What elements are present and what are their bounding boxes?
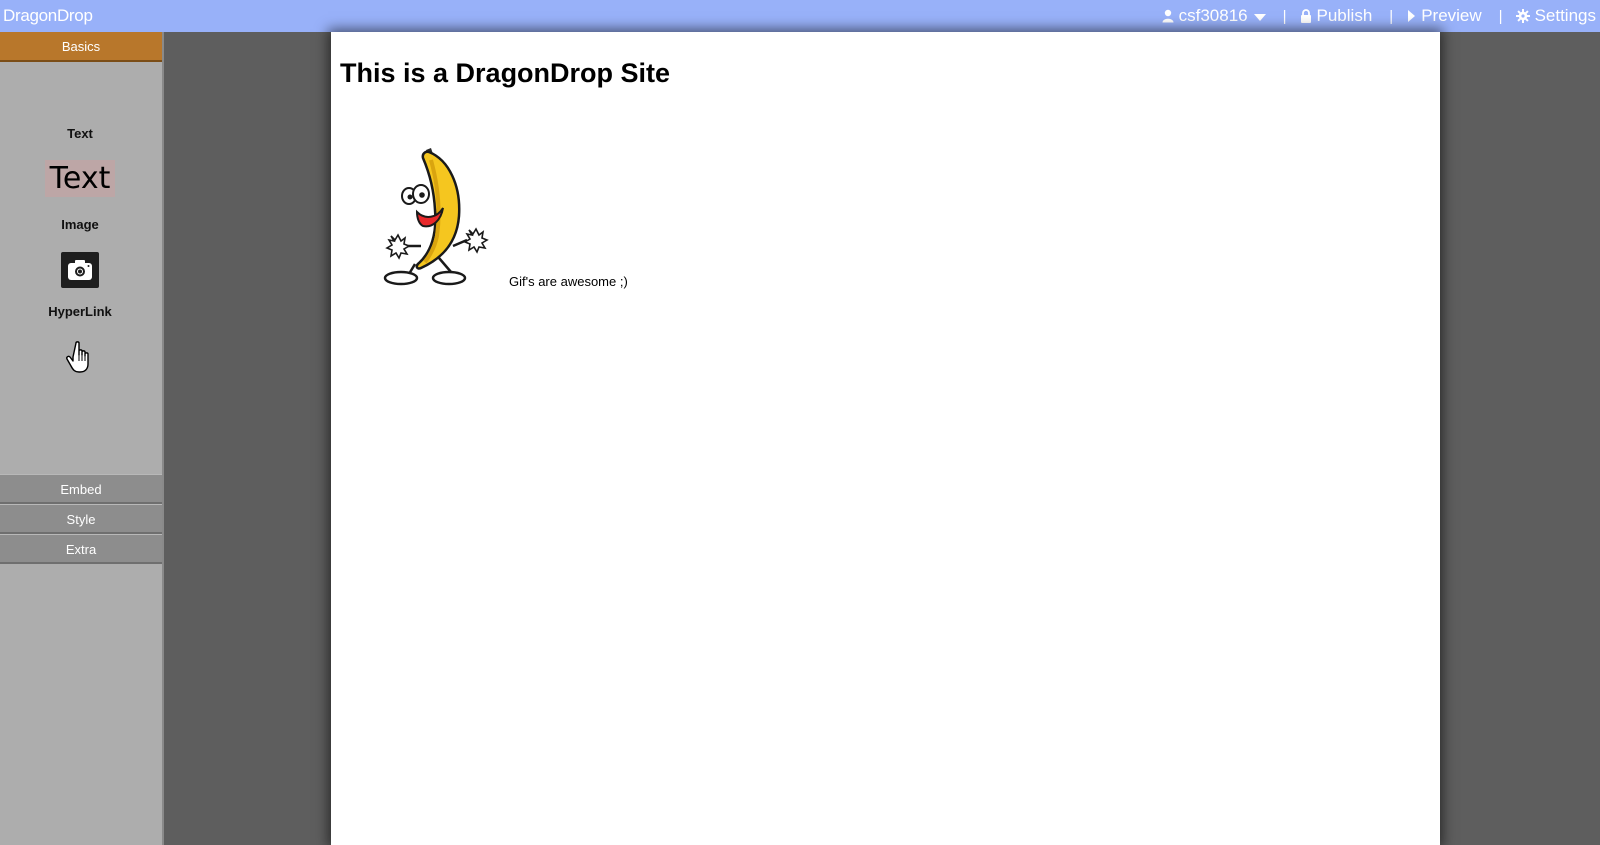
camera-icon [68, 260, 92, 280]
nav-separator: | [1282, 7, 1287, 25]
dancing-banana-image[interactable] [379, 146, 489, 286]
top-bar: DragonDrop csf30816 | Publish | Preview … [0, 0, 1600, 32]
panel-basics[interactable]: Basics [0, 32, 162, 62]
preview-label: Preview [1421, 6, 1482, 25]
app-brand[interactable]: DragonDrop [3, 6, 93, 26]
settings-label: Settings [1534, 6, 1596, 25]
panel-style[interactable]: Style [0, 504, 162, 534]
panel-extra[interactable]: Extra [0, 534, 162, 564]
gear-icon [1515, 9, 1530, 23]
pointer-hand-icon [66, 341, 89, 373]
text-tool[interactable]: Text [45, 160, 115, 197]
site-canvas[interactable]: This is a DragonDrop Site Gif's are awes… [331, 32, 1440, 845]
chevron-down-icon [1253, 13, 1266, 21]
nav-separator: | [1389, 7, 1394, 25]
top-nav: csf30816 | Publish | Preview | Settings [1162, 6, 1596, 26]
text-tool-label: Text [67, 126, 93, 141]
lock-icon [1300, 9, 1311, 23]
publish-label: Publish [1316, 6, 1373, 25]
image-tool-label: Image [61, 217, 99, 232]
user-icon [1162, 9, 1174, 23]
publish-button[interactable]: Publish [1300, 6, 1373, 26]
play-icon [1408, 10, 1416, 22]
hyperlink-tool[interactable] [64, 340, 96, 376]
image-caption[interactable]: Gif's are awesome ;) [509, 274, 628, 289]
hyperlink-tool-label: HyperLink [48, 304, 112, 319]
preview-button[interactable]: Preview [1406, 6, 1482, 26]
username: csf30816 [1178, 6, 1248, 25]
basics-panel-body: Text Text Image HyperLink [0, 62, 162, 474]
image-tool[interactable] [61, 252, 99, 288]
nav-separator: | [1498, 7, 1503, 25]
site-title[interactable]: This is a DragonDrop Site [340, 58, 670, 89]
settings-button[interactable]: Settings [1515, 6, 1596, 26]
tool-sidebar: Basics Text Text Image HyperLink Embed S… [0, 32, 164, 845]
panel-embed[interactable]: Embed [0, 474, 162, 504]
user-menu[interactable]: csf30816 [1162, 6, 1266, 26]
